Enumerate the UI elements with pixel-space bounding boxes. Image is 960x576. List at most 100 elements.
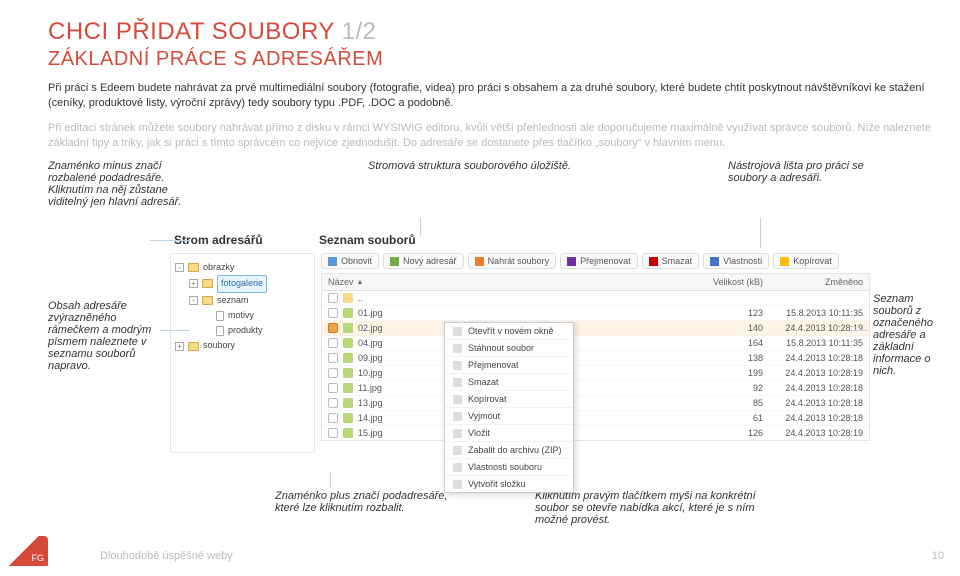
file-name: 02.jpg (358, 323, 383, 333)
col-size[interactable]: Velikost (kB) (699, 274, 769, 290)
menu-item-icon (453, 446, 462, 455)
file-name: 04.jpg (358, 338, 383, 348)
tree-item[interactable]: + soubory (175, 338, 310, 353)
menu-item-icon (453, 344, 462, 353)
file-name: 13.jpg (358, 398, 383, 408)
file-toolbar: ObnovitNový adresářNahrát soubory Přejmen… (321, 253, 870, 269)
annotation-tree: Stromová struktura souborového úložiště. (368, 160, 648, 208)
row-checkbox[interactable] (328, 323, 338, 333)
tree-item-label: soubory (203, 338, 235, 353)
tree-item-label: fotogalerie (217, 275, 267, 292)
context-menu-item[interactable]: Vyjmout (445, 408, 573, 425)
menu-item-label: Otevřít v novém okně (468, 326, 554, 336)
file-name: 11.jpg (358, 383, 382, 393)
file-size: 140 (699, 321, 769, 335)
spacer (203, 311, 212, 320)
toolbar-button[interactable]: Smazat (642, 253, 700, 269)
annotation-plus: Znaménko plus značí podadresáře, které l… (275, 490, 465, 514)
toolbar-icon (780, 257, 789, 266)
table-row[interactable]: .. (322, 291, 869, 306)
context-menu-item[interactable]: Otevřít v novém okně (445, 323, 573, 340)
tree-item[interactable]: produkty (203, 323, 310, 338)
expand-icon[interactable]: + (175, 342, 184, 351)
row-checkbox[interactable] (328, 353, 338, 363)
folder-icon (188, 263, 199, 272)
row-checkbox[interactable] (328, 338, 338, 348)
expand-icon[interactable]: + (189, 279, 198, 288)
menu-item-label: Kopírovat (468, 394, 507, 404)
tree-item[interactable]: -seznam (189, 293, 310, 308)
file-date: 24.4.2013 10:28:18 (769, 411, 869, 425)
menu-item-icon (453, 378, 462, 387)
table-row[interactable]: 14.jpg6124.4.2013 10:28:18 (322, 411, 869, 426)
row-checkbox[interactable] (328, 308, 338, 318)
page-number: 10 (932, 550, 944, 562)
context-menu-item[interactable]: Vložit (445, 425, 573, 442)
image-file-icon (343, 323, 353, 333)
row-checkbox[interactable] (328, 413, 338, 423)
toolbar-label: Přejmenovat (580, 256, 631, 266)
file-date (769, 291, 869, 305)
toolbar-button[interactable]: Přejmenovat (560, 253, 638, 269)
col-date[interactable]: Změněno (769, 274, 869, 290)
image-file-icon (343, 353, 353, 363)
tree-item[interactable]: motivy (203, 308, 310, 323)
table-row[interactable]: 01.jpg12315.8.2013 10:11:35 (322, 306, 869, 321)
annotation-file-list: Seznam souborů z označeného adresáře a z… (873, 293, 948, 377)
row-checkbox[interactable] (328, 398, 338, 408)
file-size: 126 (699, 426, 769, 440)
image-file-icon (343, 383, 353, 393)
toolbar-button[interactable]: Kopírovat (773, 253, 839, 269)
context-menu-item[interactable]: Zabalit do archivu (ZIP) (445, 442, 573, 459)
file-size: 123 (699, 306, 769, 320)
tree-item-label: obrazky (203, 260, 235, 275)
toolbar-button[interactable]: Vlastnosti (703, 253, 769, 269)
list-header: Seznam souborů (315, 227, 870, 253)
menu-item-icon (453, 327, 462, 336)
collapse-icon[interactable]: - (175, 263, 184, 272)
annotation-toolbar: Nástrojová lišta pro práci se soubory a … (728, 160, 888, 208)
file-size: 92 (699, 381, 769, 395)
col-name[interactable]: Název (328, 277, 354, 287)
tree-item[interactable]: + fotogalerie (189, 275, 310, 292)
toolbar-icon (390, 257, 399, 266)
menu-item-icon (453, 429, 462, 438)
context-menu-item[interactable]: Kopírovat (445, 391, 573, 408)
row-checkbox[interactable] (328, 428, 338, 438)
context-menu[interactable]: Otevřít v novém okně Stáhnout soubor Přejm… (444, 322, 574, 493)
context-menu-item[interactable]: Vytvořit složku (445, 476, 573, 492)
table-row[interactable]: 10.jpg19924.4.2013 10:28:19 (322, 366, 869, 381)
tree-item[interactable]: - obrazky (175, 260, 310, 275)
context-menu-item[interactable]: Přejmenovat (445, 357, 573, 374)
toolbar-label: Kopírovat (793, 256, 832, 266)
file-date: 15.8.2013 10:11:35 (769, 306, 869, 320)
file-date: 24.4.2013 10:28:19 (769, 321, 869, 335)
file-size: 138 (699, 351, 769, 365)
table-row[interactable]: 04.jpg16415.8.2013 10:11:35 (322, 336, 869, 351)
context-menu-item[interactable]: Vlastnosti souboru (445, 459, 573, 476)
tree-item-label: produkty (228, 323, 263, 338)
table-row[interactable]: 11.jpg9224.4.2013 10:28:18 (322, 381, 869, 396)
toolbar-button[interactable]: Obnovit (321, 253, 379, 269)
image-file-icon (343, 368, 353, 378)
row-checkbox[interactable] (328, 368, 338, 378)
row-checkbox[interactable] (328, 293, 338, 303)
table-row[interactable]: 15.jpg12624.4.2013 10:28:19 (322, 426, 869, 440)
context-menu-item[interactable]: Stáhnout soubor (445, 340, 573, 357)
footer-logo: FG (0, 536, 48, 566)
toolbar-button[interactable]: Nový adresář (383, 253, 464, 269)
menu-item-icon (453, 395, 462, 404)
tree-header: Strom adresářů (170, 227, 315, 253)
table-row[interactable]: 09.jpg13824.4.2013 10:28:18 (322, 351, 869, 366)
row-checkbox[interactable] (328, 383, 338, 393)
context-menu-item[interactable]: Smazat (445, 374, 573, 391)
menu-item-label: Vlastnosti souboru (468, 462, 542, 472)
table-row[interactable]: 02.jpg 14024.4.2013 10:28:19 (322, 321, 869, 336)
collapse-icon[interactable]: - (189, 296, 198, 305)
tree-item-label: motivy (228, 308, 254, 323)
table-row[interactable]: 13.jpg8524.4.2013 10:28:18 (322, 396, 869, 411)
folder-tree[interactable]: - obrazky + fotogalerie-seznammotivyprodukt… (170, 253, 315, 453)
file-name: 14.jpg (358, 413, 383, 423)
toolbar-button[interactable]: Nahrát soubory (468, 253, 557, 269)
menu-item-label: Stáhnout soubor (468, 343, 534, 353)
